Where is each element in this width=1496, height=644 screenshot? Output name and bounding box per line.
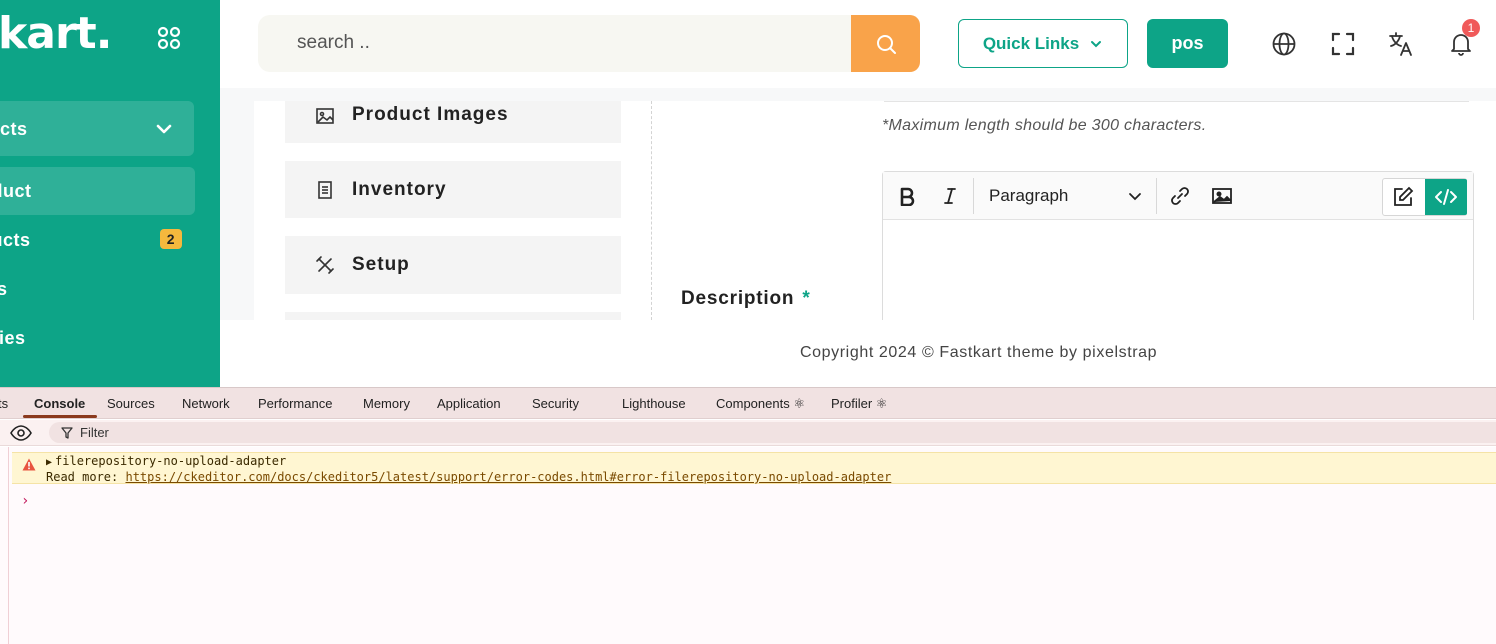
italic-icon xyxy=(944,188,956,204)
required-mark: * xyxy=(802,288,811,309)
insert-image-button[interactable] xyxy=(1210,184,1234,208)
image-icon xyxy=(316,108,334,124)
expand-triangle-icon[interactable]: ▶ xyxy=(46,456,52,470)
sidebar: tkart. cts oduct ducts 2 tes ories xyxy=(0,0,220,387)
devtools-tab-profiler[interactable]: Profiler ⚛ xyxy=(831,396,887,412)
devtools-tab-application[interactable]: Application xyxy=(437,396,501,411)
sidebar-item-label: tes xyxy=(0,279,8,299)
warning-icon xyxy=(22,458,36,471)
bold-icon xyxy=(900,187,915,206)
apps-grid-icon[interactable] xyxy=(156,25,182,51)
console-toolbar: Filter xyxy=(0,420,1496,446)
globe-icon[interactable] xyxy=(1271,31,1297,57)
devtools-tab-bar: ts Console Sources Network Performance M… xyxy=(0,388,1496,419)
editor-toolbar: Paragraph xyxy=(883,172,1473,220)
devtools-tab-elements[interactable]: ts xyxy=(0,396,8,411)
active-tab-indicator xyxy=(23,415,97,418)
tab-setup[interactable]: Setup xyxy=(285,236,621,294)
devtools-tab-console[interactable]: Console xyxy=(34,396,85,411)
tab-inventory[interactable]: Inventory xyxy=(285,161,621,218)
link-icon xyxy=(1171,187,1189,205)
warning-title: filerepository-no-upload-adapter xyxy=(55,454,287,468)
sidebar-item-attributes[interactable]: tes xyxy=(0,265,195,313)
filter-icon xyxy=(61,427,73,439)
main-content: Product Images Inventory Setup *Maximum … xyxy=(254,101,1496,320)
link-button[interactable] xyxy=(1168,184,1192,208)
tab-label: Product Images xyxy=(352,104,509,125)
source-code-button[interactable] xyxy=(1425,179,1467,215)
read-more-label: Read more: xyxy=(46,470,119,484)
console-prompt[interactable]: › xyxy=(21,493,29,509)
devtools-tab-lighthouse[interactable]: Lighthouse xyxy=(622,396,686,411)
console-output: ▶ filerepository-no-upload-adapter Read m… xyxy=(0,447,1496,644)
pos-button[interactable]: pos xyxy=(1147,19,1228,68)
sidebar-item-label: oduct xyxy=(0,181,32,201)
search-input[interactable] xyxy=(295,31,815,55)
description-label: Description * xyxy=(681,288,811,310)
tools-icon xyxy=(316,256,334,274)
devtools-panel: ts Console Sources Network Performance M… xyxy=(0,387,1496,644)
sidebar-menu-products[interactable]: cts xyxy=(0,101,194,156)
devtools-tab-memory[interactable]: Memory xyxy=(363,396,410,411)
column-divider xyxy=(651,101,652,320)
devtools-tab-network[interactable]: Network xyxy=(182,396,230,411)
translate-icon[interactable] xyxy=(1388,31,1414,57)
code-icon xyxy=(1435,189,1457,205)
bold-button[interactable] xyxy=(895,184,919,208)
console-warning-message[interactable]: ▶ filerepository-no-upload-adapter Read m… xyxy=(12,452,1496,484)
search-button[interactable] xyxy=(851,15,920,72)
filter-placeholder: Filter xyxy=(80,425,109,440)
chevron-down-icon xyxy=(1129,193,1141,201)
devtools-tab-sources[interactable]: Sources xyxy=(107,396,155,411)
sidebar-item-add-product[interactable]: oduct xyxy=(0,167,195,215)
sidebar-menu-label: cts xyxy=(0,119,28,139)
rich-text-editor[interactable]: Paragraph xyxy=(882,171,1474,320)
sidebar-item-products[interactable]: ducts 2 xyxy=(0,216,195,264)
page-footer: Copyright 2024 © Fastkart theme by pixel… xyxy=(220,320,1496,387)
quick-links-label: Quick Links xyxy=(982,33,1080,53)
tab-product-images[interactable]: Product Images xyxy=(285,101,621,143)
search-icon xyxy=(876,34,896,54)
heading-select[interactable]: Paragraph xyxy=(989,186,1068,206)
list-icon xyxy=(318,181,332,199)
devtools-tab-components[interactable]: Components ⚛ xyxy=(716,396,805,412)
toolbar-separator xyxy=(973,178,974,214)
chevron-down-icon xyxy=(156,124,172,134)
editor-mode-toggle xyxy=(1382,178,1467,216)
error-docs-link[interactable]: https://ckeditor.com/docs/ckeditor5/late… xyxy=(125,470,891,484)
sidebar-item-label: ories xyxy=(0,328,26,348)
fullscreen-icon[interactable] xyxy=(1330,31,1356,57)
chevron-down-icon xyxy=(1091,40,1102,47)
description-label-text: Description xyxy=(681,288,795,309)
devtools-tab-performance[interactable]: Performance xyxy=(258,396,332,411)
tab-label: Inventory xyxy=(352,179,447,200)
warning-text: ▶ filerepository-no-upload-adapter Read m… xyxy=(46,454,891,484)
italic-button[interactable] xyxy=(938,184,962,208)
count-badge: 2 xyxy=(159,229,182,249)
notification-count-badge: 1 xyxy=(1462,19,1480,37)
search-box xyxy=(258,15,851,72)
max-length-note: *Maximum length should be 300 characters… xyxy=(882,117,1207,134)
quick-links-button[interactable]: Quick Links xyxy=(958,19,1128,68)
devtools-tab-security[interactable]: Security xyxy=(532,396,579,411)
toolbar-separator xyxy=(1156,178,1157,214)
console-filter-input[interactable]: Filter xyxy=(49,422,1496,443)
copyright-text: Copyright 2024 © Fastkart theme by pixel… xyxy=(800,344,1158,361)
eye-icon[interactable] xyxy=(10,425,32,441)
section-divider xyxy=(884,101,1469,102)
tab-next[interactable] xyxy=(285,312,621,320)
image-icon xyxy=(1212,188,1232,204)
logo[interactable]: tkart. xyxy=(0,8,112,59)
sidebar-item-label: ducts xyxy=(0,230,31,250)
sidebar-item-categories[interactable]: ories xyxy=(0,314,195,362)
tab-label: Setup xyxy=(352,254,410,275)
edit-icon[interactable] xyxy=(1391,185,1415,209)
console-gutter xyxy=(8,447,9,644)
top-header: Quick Links pos 1 xyxy=(220,0,1496,88)
